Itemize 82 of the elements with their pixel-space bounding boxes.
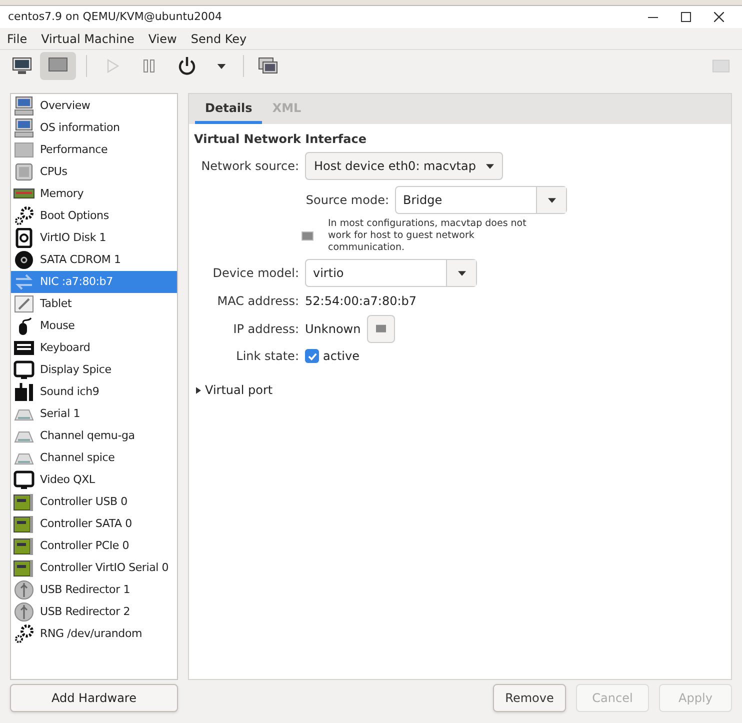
add-hardware-button[interactable]: Add Hardware (10, 684, 178, 712)
play-icon (107, 59, 119, 73)
menu-item[interactable]: View (148, 30, 177, 48)
hardware-item[interactable]: Keyboard (11, 337, 177, 359)
caret-icon (486, 164, 494, 168)
action-button[interactable]: Remove (493, 684, 566, 712)
menu-item[interactable]: Send Key (190, 30, 247, 48)
link-state-checkbox[interactable]: active (305, 347, 360, 365)
screens-icon (258, 57, 278, 75)
caret-icon (548, 198, 556, 202)
hardware-item[interactable]: Boot Options (11, 205, 177, 227)
monitor-icon (13, 470, 35, 490)
card-icon (13, 514, 35, 534)
hardware-item[interactable]: Controller VirtIO Serial 0 (11, 557, 177, 579)
menu-item[interactable]: File (7, 30, 28, 48)
arrows-icon (13, 272, 35, 292)
check-icon (308, 352, 316, 360)
hardware-item[interactable]: RNG /dev/urandom (11, 623, 177, 645)
hardware-item[interactable]: SATA CDROM 1 (11, 249, 177, 271)
hardware-item[interactable]: NIC :a7:80:b7 (11, 271, 177, 293)
field-label: MAC address: (216, 293, 299, 310)
usb-icon (13, 580, 35, 600)
hardware-item[interactable]: Controller SATA 0 (11, 513, 177, 535)
card-icon (13, 492, 35, 512)
screen-icon (374, 324, 387, 334)
field-label: IP address: (232, 321, 299, 338)
hardware-item[interactable]: Sound ich9 (11, 381, 177, 403)
monitor-icon (13, 360, 35, 380)
hardware-item[interactable]: Performance (11, 139, 177, 161)
gears-icon (13, 206, 35, 226)
pause-icon (143, 59, 155, 73)
caret-icon (458, 270, 466, 276)
virtual-port-expander[interactable]: Virtual port (194, 381, 726, 399)
card-icon (13, 536, 35, 556)
triangle-icon (196, 386, 201, 394)
section-title: Virtual Network Interface (194, 131, 368, 148)
panel-icon (13, 140, 35, 160)
hardware-item[interactable]: Tablet (11, 293, 177, 315)
close-icon (714, 12, 724, 22)
field-label: Device model: (212, 265, 299, 282)
hardware-item[interactable]: Video QXL (11, 469, 177, 491)
field-label: Source mode: (304, 192, 389, 209)
menu-item[interactable]: Virtual Machine (41, 30, 134, 48)
refresh-button[interactable] (366, 315, 395, 343)
hardware-item[interactable]: VirtIO Disk 1 (11, 227, 177, 249)
hardware-item[interactable]: USB Redirector 2 (11, 601, 177, 623)
ip-address-value: Unknown (305, 321, 361, 338)
hardware-item[interactable]: Channel spice (11, 447, 177, 469)
card-icon (13, 558, 35, 578)
caret-icon (216, 64, 226, 68)
hardware-item[interactable]: Display Spice (11, 359, 177, 381)
hardware-item[interactable]: USB Redirector 1 (11, 579, 177, 601)
gears-icon (13, 624, 35, 644)
hardware-item[interactable]: Memory (11, 183, 177, 205)
device-model-combo[interactable]: virtio (305, 259, 477, 287)
hardware-item[interactable]: Serial 1 (11, 403, 177, 425)
computer-icon (13, 96, 35, 116)
source-mode-combo[interactable]: Bridge (395, 186, 567, 214)
warning-text: In most configurations, macvtap does not work for host to guest network communication. (328, 218, 528, 254)
window-title: centos7.9 on QEMU/KVM@ubuntu2004 (8, 8, 224, 25)
hardware-item[interactable]: Controller USB 0 (11, 491, 177, 513)
hardware-item[interactable]: Channel qemu-ga (11, 425, 177, 447)
monitor-icon (12, 57, 32, 75)
details-button[interactable] (40, 52, 76, 80)
hardware-item[interactable]: Overview (11, 95, 177, 117)
network-source-dropdown[interactable]: Host device eth0: macvtap (305, 152, 503, 180)
mac-address-value: 52:54:00:a7:80:b7 (305, 293, 417, 310)
field-label: Link state: (235, 348, 299, 365)
tablet-icon (13, 294, 35, 314)
keyboard-icon (13, 338, 35, 358)
computer-icon (13, 118, 35, 138)
hardware-item[interactable]: CPUs (11, 161, 177, 183)
hardware-item[interactable]: Controller PCIe 0 (11, 535, 177, 557)
tab[interactable]: Details (195, 94, 262, 124)
chip-icon (13, 162, 35, 182)
screen-icon (712, 58, 730, 74)
hardware-item[interactable]: OS information (11, 117, 177, 139)
hardware-item[interactable]: Mouse (11, 315, 177, 337)
field-label: Network source: (200, 158, 299, 175)
disc-icon (13, 250, 35, 270)
usb-icon (13, 602, 35, 622)
power-icon (177, 56, 197, 76)
